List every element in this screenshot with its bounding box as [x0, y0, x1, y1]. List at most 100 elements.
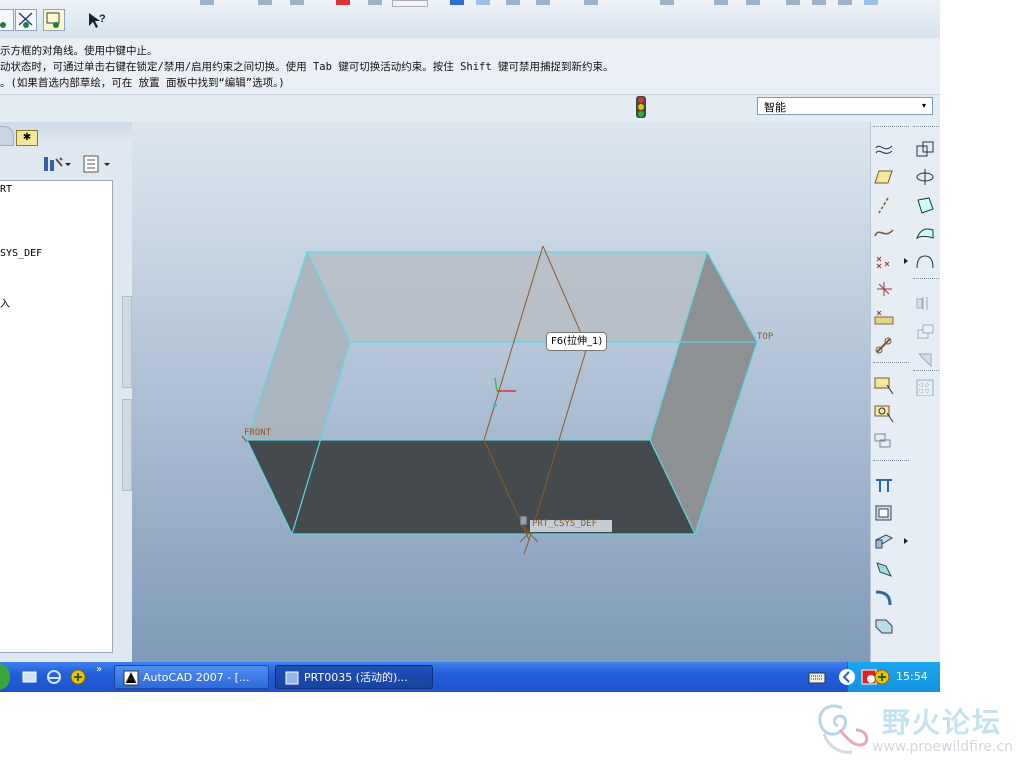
sweep-icon[interactable]	[915, 196, 935, 214]
watermark-name: 野火论坛	[882, 706, 1003, 739]
round-icon[interactable]	[874, 588, 894, 606]
watermark-url: www.proewildfire.cn	[872, 739, 1014, 755]
flyout-arrow-icon[interactable]	[903, 536, 909, 554]
taskbar-clock[interactable]: 15:54	[896, 670, 928, 683]
toolbar-partial-icon[interactable]	[200, 0, 214, 5]
toolbar-partial-icon[interactable]	[838, 0, 852, 5]
datum-plane-icon[interactable]	[874, 168, 894, 186]
quick-launch-overflow-icon[interactable]: »	[96, 664, 102, 675]
flyout-arrow-icon[interactable]	[903, 256, 909, 274]
pro-e-window: ? 示方框的对角线。使用中键中止。 动状态时，可通过单击右键在锁定/禁用/启用约…	[0, 0, 940, 692]
svg-text:?: ?	[99, 13, 106, 25]
tab-model-tree[interactable]	[0, 126, 14, 146]
vertex-display-icon[interactable]	[15, 9, 37, 31]
boundary-icon[interactable]	[915, 252, 935, 270]
rib-icon[interactable]	[874, 560, 894, 578]
keyboard-icon[interactable]	[808, 672, 826, 684]
datum-analysis-icon[interactable]	[874, 140, 894, 158]
toolbar-partial-icon[interactable]	[336, 0, 350, 5]
front-face	[247, 440, 695, 534]
sketch-inspect-icon[interactable]	[43, 9, 65, 31]
tab-favorites[interactable]: ✱	[16, 130, 38, 146]
mirror-icon[interactable]	[915, 294, 935, 312]
feature-toolbar	[870, 122, 940, 662]
hole-icon[interactable]	[874, 532, 894, 550]
context-help-icon[interactable]: ?	[86, 10, 108, 32]
message-area: 示方框的对角线。使用中键中止。 动状态时，可通过单击右键在锁定/禁用/启用约束之…	[0, 38, 940, 94]
toolbar-partial-icon[interactable]	[290, 0, 304, 5]
model-graphics	[241, 245, 758, 555]
taskbar-button-autocad[interactable]: AutoCAD 2007 - [...	[114, 665, 269, 689]
shell-icon[interactable]	[874, 504, 894, 522]
dimension-handle	[493, 377, 516, 407]
panel-sash[interactable]	[122, 399, 132, 491]
pattern-icon[interactable]	[915, 378, 935, 396]
chamfer-icon[interactable]	[874, 616, 894, 634]
model-tree[interactable]: RT SYS_DEF 入	[0, 180, 113, 653]
constraint-display-icon[interactable]	[0, 9, 14, 31]
sketch-setup-icon[interactable]	[874, 432, 894, 450]
toolbar-partial-icon[interactable]	[714, 0, 728, 5]
toolbar-partial-icon[interactable]	[368, 0, 382, 5]
datum-label-front[interactable]: FRONT	[244, 428, 271, 438]
toolbar-partial-icon[interactable]	[786, 0, 800, 5]
extrude-icon[interactable]	[874, 476, 894, 494]
toolbar-partial-field[interactable]	[392, 0, 428, 7]
toolbar-partial-icon[interactable]	[506, 0, 520, 5]
tree-settings-button[interactable]	[42, 154, 72, 174]
toolbar-partial-icon[interactable]	[864, 0, 878, 5]
taskbar-button-label: PRT0035 (活动的)...	[304, 671, 408, 684]
show-desktop-icon[interactable]	[22, 669, 38, 685]
chevron-left-icon[interactable]	[838, 668, 856, 686]
forum-logo-icon	[818, 704, 869, 754]
datum-label-top[interactable]: TOP	[757, 332, 773, 342]
start-button[interactable]	[0, 664, 10, 690]
graphics-viewport[interactable]: F6(拉伸_1) TOP FRONT PRT_CSYS_DEF	[132, 122, 870, 662]
selection-filter-dropdown[interactable]: 智能 ▾	[757, 97, 933, 115]
datum-axis-icon[interactable]	[874, 196, 894, 214]
toolbar-divider	[913, 126, 939, 129]
top-toolbar: ?	[0, 0, 940, 39]
taskbar-button-label: AutoCAD 2007 - [...	[143, 671, 250, 684]
tree-item[interactable]: RT	[0, 184, 12, 195]
reference-link-icon[interactable]	[874, 336, 894, 354]
toolbar-partial-icon[interactable]	[476, 0, 490, 5]
show-menu-button[interactable]	[82, 154, 114, 174]
merge-icon[interactable]	[915, 322, 935, 340]
toolbar-partial-icon[interactable]	[584, 0, 598, 5]
datum-curve-icon[interactable]	[874, 224, 894, 242]
toolbar-divider	[913, 370, 939, 371]
toolbar-divider	[913, 278, 939, 279]
panel-sash[interactable]	[122, 296, 132, 388]
feature-tag[interactable]: F6(拉伸_1)	[546, 332, 608, 351]
toolbar-partial-icon[interactable]	[536, 0, 550, 5]
analysis-feature-icon[interactable]	[874, 308, 894, 326]
internet-explorer-icon[interactable]	[46, 669, 62, 685]
copy-icon[interactable]	[915, 140, 935, 158]
chevron-down-icon[interactable]: ▾	[918, 99, 930, 113]
taskbar-button-proe[interactable]: PRT0035 (活动的)...	[275, 665, 433, 689]
toolbar-partial-icon[interactable]	[746, 0, 760, 5]
autocad-app-icon	[123, 670, 139, 686]
tree-item[interactable]: SYS_DEF	[0, 248, 42, 259]
proe-app-icon	[285, 671, 299, 685]
sketch-tool-icon[interactable]	[874, 376, 894, 394]
csys-label[interactable]: PRT_CSYS_DEF	[532, 519, 597, 529]
trim-icon[interactable]	[915, 350, 935, 368]
datum-point-icon[interactable]	[874, 252, 894, 270]
toolbar-partial-icon[interactable]	[660, 0, 674, 5]
regeneration-status-icon[interactable]	[636, 96, 646, 118]
toolbar-partial-icon[interactable]	[812, 0, 826, 5]
toolbar-partial-icon[interactable]	[450, 0, 464, 5]
coordinate-system-icon[interactable]	[874, 280, 894, 298]
quick-launch-icon[interactable]	[70, 669, 86, 685]
blend-icon[interactable]	[915, 224, 935, 242]
message-line: 动状态时，可通过单击右键在锁定/禁用/启用约束之间切换。使用 Tab 键可切换活…	[0, 61, 614, 73]
toolbar-divider	[873, 460, 909, 461]
tree-item[interactable]: 入	[0, 295, 10, 310]
toolbar-divider	[873, 126, 909, 129]
tray-add-icon[interactable]	[874, 669, 890, 685]
revolve-icon[interactable]	[915, 168, 935, 186]
toolbar-partial-icon[interactable]	[258, 0, 272, 5]
sketch-view-icon[interactable]	[874, 404, 894, 422]
